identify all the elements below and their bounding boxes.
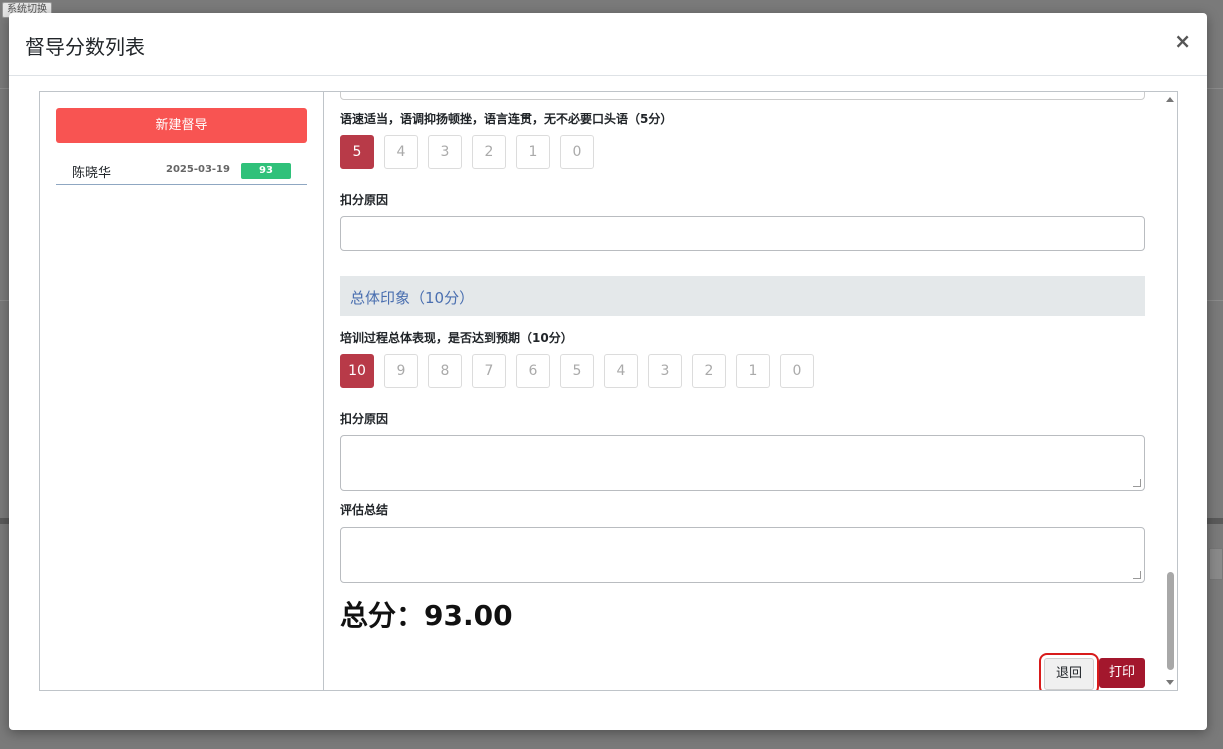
- score-option-0[interactable]: 0: [560, 135, 594, 169]
- return-button[interactable]: 退回: [1039, 653, 1099, 690]
- question-label: 培训过程总体表现，是否达到预期（10分）: [340, 331, 573, 345]
- question-label: 语速适当，语调抑扬顿挫，语言连贯，无不必要口头语（5分）: [340, 112, 673, 126]
- score-option-10[interactable]: 10: [340, 354, 374, 388]
- previous-reason-input[interactable]: [340, 92, 1145, 100]
- scroll-thumb[interactable]: [1167, 572, 1174, 670]
- summary-label: 评估总结: [340, 503, 389, 517]
- score-option-3[interactable]: 3: [428, 135, 462, 169]
- scroll-up-icon[interactable]: [1166, 97, 1174, 102]
- score-option-2[interactable]: 2: [692, 354, 726, 388]
- section-header: 总体印象（10分）: [340, 276, 1145, 316]
- deduct-reason-label: 扣分原因: [340, 412, 389, 426]
- score-option-5[interactable]: 5: [560, 354, 594, 388]
- score-option-2[interactable]: 2: [472, 135, 506, 169]
- scroll-down-icon[interactable]: [1166, 680, 1174, 685]
- score-option-6[interactable]: 6: [516, 354, 550, 388]
- score-option-4[interactable]: 4: [604, 354, 638, 388]
- deduct-reason-textarea[interactable]: [340, 435, 1145, 491]
- score-option-1[interactable]: 1: [736, 354, 770, 388]
- score-option-8[interactable]: 8: [428, 354, 462, 388]
- deduct-reason-input[interactable]: [340, 216, 1145, 251]
- score-options: 10 9 8 7 6 5 4 3 2 1 0: [340, 354, 814, 388]
- score-option-1[interactable]: 1: [516, 135, 550, 169]
- score-option-5[interactable]: 5: [340, 135, 374, 169]
- score-option-3[interactable]: 3: [648, 354, 682, 388]
- record-name: 陈晓华: [72, 166, 112, 181]
- new-supervision-button[interactable]: 新建督导: [56, 108, 307, 143]
- resize-grip-icon[interactable]: [1133, 479, 1141, 487]
- list-item[interactable]: 陈晓华 2025-03-19 93: [56, 158, 307, 185]
- record-list-panel: 新建督导 陈晓华 2025-03-19 93: [40, 92, 324, 690]
- background-select: [1209, 548, 1223, 580]
- resize-grip-icon[interactable]: [1133, 571, 1141, 579]
- total-score: 总分：93.00: [340, 599, 513, 632]
- print-button[interactable]: 打印: [1099, 658, 1145, 688]
- score-option-7[interactable]: 7: [472, 354, 506, 388]
- score-badge: 93: [241, 163, 291, 179]
- modal-title: 督导分数列表: [25, 35, 145, 59]
- modal-body: 新建督导 陈晓华 2025-03-19 93 语速适当，语调抑扬顿挫，语言连贯，…: [39, 91, 1178, 691]
- score-option-9[interactable]: 9: [384, 354, 418, 388]
- score-option-4[interactable]: 4: [384, 135, 418, 169]
- score-option-0[interactable]: 0: [780, 354, 814, 388]
- close-icon[interactable]: ×: [1174, 29, 1191, 53]
- summary-textarea[interactable]: [340, 527, 1145, 583]
- modal-header: 督导分数列表 ×: [9, 13, 1207, 76]
- score-options: 543210: [340, 135, 594, 169]
- record-date: 2025-03-19: [166, 164, 230, 175]
- score-form-panel: 语速适当，语调抑扬顿挫，语言连贯，无不必要口头语（5分） 543210 扣分原因…: [324, 92, 1177, 690]
- deduct-reason-label: 扣分原因: [340, 193, 389, 207]
- supervision-score-modal: 督导分数列表 × 新建督导 陈晓华 2025-03-19 93 语速适当，语调抑…: [9, 13, 1207, 730]
- section-title: 总体印象（10分）: [350, 289, 475, 307]
- scrollbar[interactable]: [1163, 92, 1177, 690]
